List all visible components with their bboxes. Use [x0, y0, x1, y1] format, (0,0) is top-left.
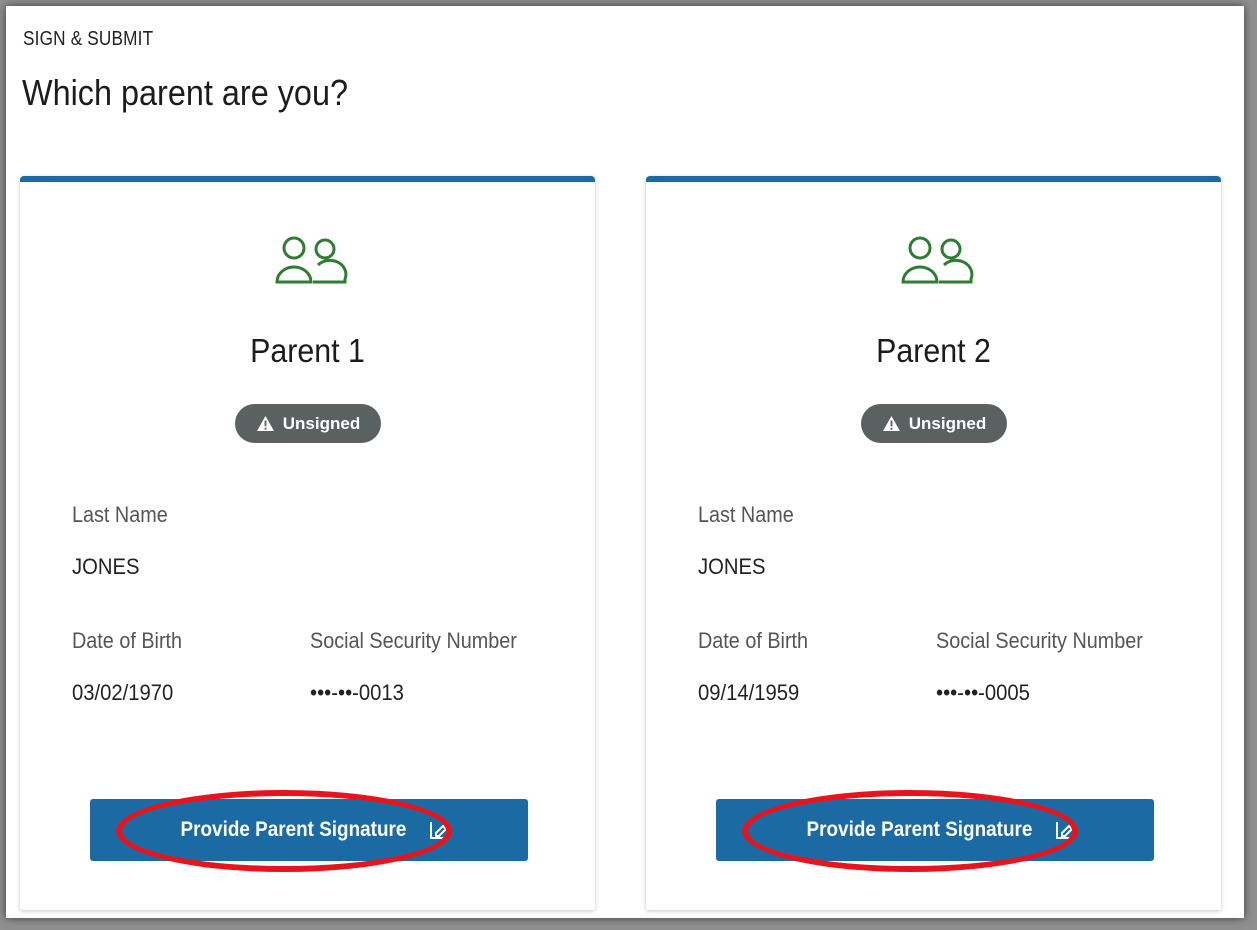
button-label: Provide Parent Signature [180, 818, 406, 841]
last-name-label: Last Name [698, 502, 794, 527]
status-badge-label: Unsigned [908, 413, 987, 433]
status-badge: Unsigned [861, 404, 1007, 443]
button-label: Provide Parent Signature [806, 818, 1032, 841]
people-outline-icon [275, 236, 348, 284]
ssn-label: Social Security Number [310, 628, 517, 653]
warning-triangle-icon [882, 415, 900, 432]
ssn-value: •••-••-0013 [310, 680, 404, 705]
ssn-label: Social Security Number [936, 628, 1143, 653]
dob-value: 03/02/1970 [72, 680, 174, 705]
parent-title: Parent 1 [250, 332, 365, 369]
provide-parent-signature-button[interactable]: Provide Parent Signature [716, 799, 1154, 861]
section-eyebrow: SIGN & SUBMIT [23, 28, 154, 50]
signature-icon [1056, 822, 1074, 839]
sign-submit-page: SIGN & SUBMIT Which parent are you? Pare… [6, 6, 1244, 918]
last-name-label: Last Name [72, 502, 168, 527]
last-name-value: JONES [698, 554, 766, 579]
provide-parent-signature-button[interactable]: Provide Parent Signature [90, 799, 528, 861]
signature-icon [430, 822, 448, 839]
page-title: Which parent are you? [22, 72, 348, 113]
warning-triangle-icon [256, 415, 274, 432]
parent-2-card[interactable]: Parent 2 Unsigned Last Name JONES Date o… [646, 176, 1221, 910]
ssn-value: •••-••-0005 [936, 680, 1030, 705]
parent-1-card[interactable]: Parent 1 Unsigned Last Name JONES Date o… [20, 176, 595, 910]
dob-label: Date of Birth [698, 628, 809, 653]
people-outline-icon [901, 236, 974, 284]
status-badge: Unsigned [235, 404, 381, 443]
dob-value: 09/14/1959 [698, 680, 800, 705]
last-name-value: JONES [72, 554, 140, 579]
parent-title: Parent 2 [876, 332, 991, 369]
status-badge-label: Unsigned [282, 413, 361, 433]
dob-label: Date of Birth [72, 628, 183, 653]
